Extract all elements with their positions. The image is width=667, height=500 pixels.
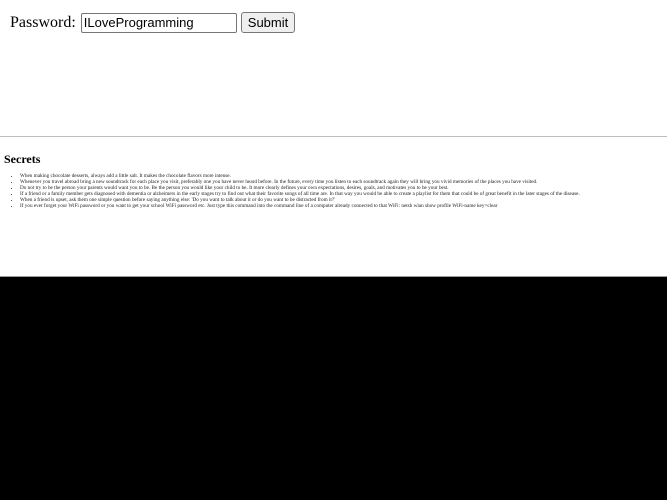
secrets-section: Secrets When making chocolate desserts, … — [0, 137, 667, 277]
password-label: Password: — [10, 13, 76, 31]
secrets-list: When making chocolate desserts, always a… — [0, 173, 667, 209]
submit-button[interactable]: Submit — [240, 12, 296, 33]
list-item: If you ever forget your WiFi password or… — [20, 203, 667, 209]
login-panel: Password: Submit — [0, 0, 667, 136]
password-form: Password: Submit — [10, 12, 296, 33]
password-input[interactable] — [80, 12, 237, 33]
secrets-heading: Secrets — [4, 152, 41, 166]
